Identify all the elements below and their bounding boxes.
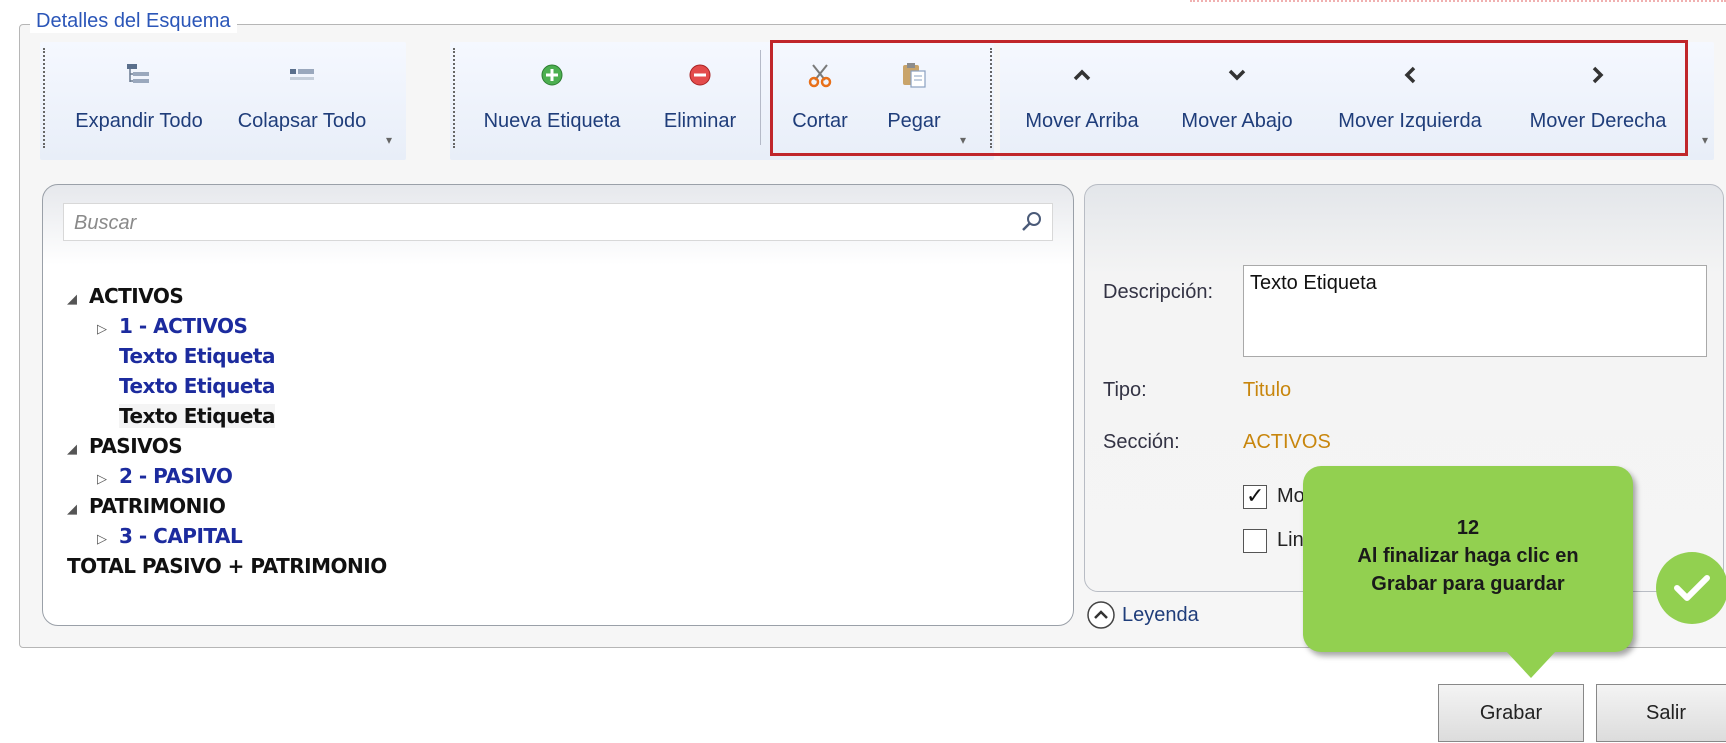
paste-clipboard-icon xyxy=(899,60,929,90)
chevron-right-icon xyxy=(1583,60,1613,90)
option-checkbox-1-label: Mo xyxy=(1277,485,1305,507)
checkmark-icon: ✓ xyxy=(1246,483,1265,508)
option-checkbox-2[interactable] xyxy=(1243,529,1267,553)
tree-node[interactable]: ▷ 1 - ACTIVOS xyxy=(67,311,387,341)
group-options-icon[interactable]: ▾ xyxy=(960,134,966,146)
legend-toggle-label: Leyenda xyxy=(1122,603,1199,626)
chevron-down-icon xyxy=(1222,60,1252,90)
cut-button[interactable]: Cortar xyxy=(774,42,866,160)
tree-node-label: ACTIVOS xyxy=(89,284,184,308)
schema-tree: ◢ ACTIVOS ▷ 1 - ACTIVOS Texto Etiqueta Tex… xyxy=(67,281,387,581)
group-grip[interactable] xyxy=(453,48,455,148)
move-up-label: Mover Arriba xyxy=(1025,110,1139,132)
tree-node-label: 1 - ACTIVOS xyxy=(119,314,248,338)
paste-label: Pegar xyxy=(887,110,941,132)
option-checkbox-2-label: Lin xyxy=(1277,529,1304,551)
move-left-button[interactable]: Mover Izquierda xyxy=(1320,42,1500,160)
tree-node-label: PASIVOS xyxy=(89,434,183,458)
ribbon-separator xyxy=(760,50,761,145)
group-options-icon[interactable]: ▾ xyxy=(386,134,392,146)
collapse-all-button[interactable]: Colapsar Todo xyxy=(222,42,382,160)
group-title: Detalles del Esquema xyxy=(30,10,237,33)
callout-line-2: Grabar para guardar xyxy=(1371,573,1565,595)
tree-node-label: Texto Etiqueta xyxy=(119,404,275,428)
tree-node[interactable]: TOTAL PASIVO + PATRIMONIO xyxy=(67,551,387,581)
move-left-label: Mover Izquierda xyxy=(1338,110,1482,132)
tree-node[interactable]: Texto Etiqueta xyxy=(67,341,387,371)
search-placeholder: Buscar xyxy=(74,212,137,234)
group-options-icon[interactable]: ▾ xyxy=(1702,134,1708,146)
cut-label: Cortar xyxy=(792,110,848,132)
description-label: Descripción: xyxy=(1103,281,1214,303)
exit-button[interactable]: Salir xyxy=(1596,684,1726,742)
chevron-up-circle-icon xyxy=(1087,601,1115,629)
scissors-icon xyxy=(805,60,835,90)
section-value: ACTIVOS xyxy=(1243,431,1331,453)
tree-node[interactable]: ▷ 3 - CAPITAL xyxy=(67,521,387,551)
search-input[interactable]: Buscar xyxy=(63,203,1053,241)
group-grip[interactable] xyxy=(990,48,992,148)
expand-all-button[interactable]: Expandir Todo xyxy=(64,42,214,160)
move-up-button[interactable]: Mover Arriba xyxy=(1006,42,1158,160)
expand-tree-icon xyxy=(124,60,154,90)
expand-all-label: Expandir Todo xyxy=(75,110,203,132)
delete-button[interactable]: Eliminar xyxy=(648,42,752,160)
collapse-tree-icon xyxy=(287,60,317,90)
tree-node[interactable]: ◢ PATRIMONIO xyxy=(67,491,387,521)
move-down-button[interactable]: Mover Abajo xyxy=(1164,42,1310,160)
legend-toggle[interactable]: Leyenda xyxy=(1086,600,1199,630)
move-down-label: Mover Abajo xyxy=(1181,110,1293,132)
type-value: Titulo xyxy=(1243,379,1292,401)
top-decoration xyxy=(1190,0,1726,4)
type-label: Tipo: xyxy=(1103,379,1147,401)
ribbon-toolbar: Expandir Todo Colapsar Todo ▾ Nueva Etiq… xyxy=(40,42,1720,164)
collapse-all-label: Colapsar Todo xyxy=(237,110,367,132)
option-checkbox-1[interactable]: ✓ xyxy=(1243,483,1267,509)
callout-step-number: 12 xyxy=(1456,517,1480,539)
tree-node[interactable]: ◢ PASIVOS xyxy=(67,431,387,461)
tree-node[interactable]: ▷ 2 - PASIVO xyxy=(67,461,387,491)
tree-node-label: Texto Etiqueta xyxy=(119,374,275,398)
tree-node-label: 3 - CAPITAL xyxy=(119,524,243,548)
tree-node[interactable]: ◢ ACTIVOS xyxy=(67,281,387,311)
chevron-up-icon xyxy=(1067,60,1097,90)
tutorial-callout: 12 Al finalizar haga clic en Grabar para… xyxy=(1303,466,1633,652)
tree-node-label: TOTAL PASIVO + PATRIMONIO xyxy=(67,554,387,578)
success-check-icon xyxy=(1656,552,1726,624)
tree-node-selected[interactable]: Texto Etiqueta xyxy=(67,401,387,431)
tree-node-label: 2 - PASIVO xyxy=(119,464,233,488)
remove-circle-icon xyxy=(685,60,715,90)
callout-line-1: Al finalizar haga clic en xyxy=(1357,545,1579,567)
search-icon[interactable] xyxy=(1020,210,1044,239)
new-label-label: Nueva Etiqueta xyxy=(483,110,621,132)
tree-node-label: PATRIMONIO xyxy=(89,494,226,518)
save-button[interactable]: Grabar xyxy=(1438,684,1584,742)
add-circle-icon xyxy=(537,60,567,90)
tree-node[interactable]: Texto Etiqueta xyxy=(67,371,387,401)
move-right-button[interactable]: Mover Derecha xyxy=(1510,42,1686,160)
schema-tree-panel: Buscar ◢ ACTIVOS ▷ 1 - ACTIVOS Texto Etiqu… xyxy=(42,184,1074,626)
chevron-left-icon xyxy=(1395,60,1425,90)
delete-label: Eliminar xyxy=(663,110,737,132)
group-grip[interactable] xyxy=(43,48,45,148)
callout-pointer xyxy=(1505,650,1557,678)
description-field[interactable]: Texto Etiqueta xyxy=(1243,265,1707,357)
tree-node-label: Texto Etiqueta xyxy=(119,344,275,368)
move-right-label: Mover Derecha xyxy=(1529,110,1667,132)
section-label: Sección: xyxy=(1103,431,1180,453)
paste-button[interactable]: Pegar xyxy=(866,42,962,160)
new-label-button[interactable]: Nueva Etiqueta xyxy=(468,42,636,160)
